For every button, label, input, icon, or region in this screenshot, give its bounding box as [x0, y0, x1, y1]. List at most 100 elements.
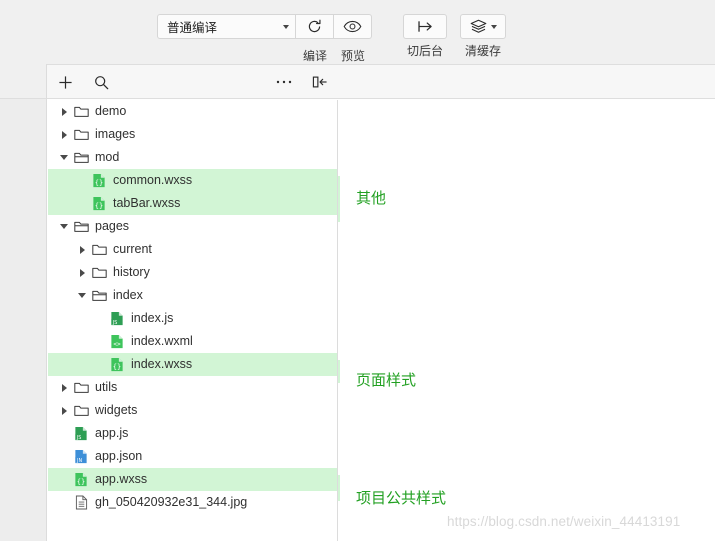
chevron-down-icon[interactable] — [56, 155, 72, 160]
compile-controls: 普通编译 — [157, 14, 372, 39]
collapse-panel-button[interactable] — [308, 65, 332, 99]
tree-row-label: current — [113, 242, 152, 256]
folder-open-icon — [72, 151, 90, 164]
svg-text:{}: {} — [95, 178, 103, 187]
collapse-panel-icon — [312, 76, 327, 88]
wxml-file-icon: <> — [108, 334, 126, 349]
tree-row[interactable]: {} common.wxss — [48, 169, 337, 192]
svg-text:{}: {} — [113, 362, 121, 371]
tree-row[interactable]: {} index.wxss — [48, 353, 337, 376]
tree-row-label: widgets — [95, 403, 138, 417]
folder-open-icon — [90, 289, 108, 302]
folder-open-icon — [72, 220, 90, 233]
clear-cache-controls — [460, 14, 506, 39]
tree-row[interactable]: index — [48, 284, 337, 307]
svg-text:{}: {} — [95, 201, 103, 210]
switch-background-icon — [417, 21, 432, 32]
highlight-stripe-mod — [338, 176, 340, 222]
folder-icon — [72, 128, 90, 141]
svg-text:JS: JS — [112, 320, 118, 326]
js-file-icon: JS — [108, 311, 126, 326]
tree-row[interactable]: JN app.json — [48, 445, 337, 468]
compile-button[interactable] — [296, 14, 334, 39]
folder-icon — [72, 404, 90, 417]
folder-icon — [90, 243, 108, 256]
annotation-label: 页面样式 — [356, 371, 417, 389]
tree-row[interactable]: pages — [48, 215, 337, 238]
tree-row[interactable]: current — [48, 238, 337, 261]
wxss-file-icon: {} — [108, 357, 126, 372]
tree-row[interactable]: <> index.wxml — [48, 330, 337, 353]
more-options-button[interactable] — [272, 65, 296, 99]
tree-row-label: index.js — [131, 311, 174, 325]
file-tree-panel[interactable]: demo images mod {} common.wxss {} tabBar.wxss p… — [48, 100, 338, 541]
compile-label: 编译 — [303, 49, 328, 63]
wxss-file-icon: {} — [72, 472, 90, 487]
more-icon — [276, 80, 292, 84]
clear-cache-label: 清缓存 — [464, 44, 501, 58]
json-file-icon: JN — [72, 449, 90, 464]
svg-text:JS: JS — [76, 435, 82, 441]
top-toolbar: 普通编译 编译 预览 切后台 清缓存 — [0, 0, 715, 64]
activity-rail — [0, 64, 47, 541]
tree-row[interactable]: utils — [48, 376, 337, 399]
switch-background-group: 切后台 — [403, 14, 447, 58]
highlight-stripe-index — [338, 360, 340, 383]
watermark: https://blog.csdn.net/weixin_44413191 — [447, 514, 681, 529]
preview-label: 预览 — [341, 49, 366, 63]
tree-row[interactable]: gh_050420932e31_344.jpg — [48, 491, 337, 514]
editor-empty-pane — [339, 100, 715, 541]
tree-row-label: utils — [95, 380, 118, 394]
chevron-right-icon[interactable] — [56, 130, 72, 139]
tree-row[interactable]: JS index.js — [48, 307, 337, 330]
tree-row-label: common.wxss — [113, 173, 193, 187]
clear-cache-group: 清缓存 — [460, 14, 506, 58]
tree-row[interactable]: {} app.wxss — [48, 468, 337, 491]
search-files-button[interactable] — [88, 65, 114, 99]
clear-cache-chevron-down-icon — [490, 24, 497, 29]
chevron-right-icon[interactable] — [56, 107, 72, 116]
tree-row-label: tabBar.wxss — [113, 196, 181, 210]
tree-row[interactable]: history — [48, 261, 337, 284]
tree-row[interactable]: demo — [48, 100, 337, 123]
layers-icon — [470, 19, 486, 33]
chevron-right-icon[interactable] — [56, 406, 72, 415]
tree-row-label: index — [113, 288, 143, 302]
js-file-icon: JS — [72, 426, 90, 441]
tree-row-label: gh_050420932e31_344.jpg — [95, 495, 248, 509]
tree-row[interactable]: {} tabBar.wxss — [48, 192, 337, 215]
chevron-right-icon[interactable] — [74, 245, 90, 254]
compile-mode-value: 普通编译 — [167, 21, 218, 35]
preview-button[interactable] — [334, 14, 372, 39]
activity-rail-top — [0, 64, 47, 99]
tree-row-label: demo — [95, 104, 127, 118]
add-file-button[interactable] — [52, 65, 78, 99]
tree-row-label: mod — [95, 150, 120, 164]
tree-row[interactable]: JS app.js — [48, 422, 337, 445]
switch-background-label: 切后台 — [406, 44, 443, 58]
chevron-down-icon[interactable] — [56, 224, 72, 229]
svg-text:<>: <> — [113, 341, 121, 348]
chevron-down-icon[interactable] — [74, 293, 90, 298]
tree-row-label: app.wxss — [95, 472, 148, 486]
chevron-right-icon[interactable] — [56, 383, 72, 392]
clear-cache-button[interactable] — [460, 14, 506, 39]
tree-row-label: history — [113, 265, 150, 279]
chevron-right-icon[interactable] — [74, 268, 90, 277]
eye-icon — [343, 20, 362, 33]
annotation-label: 其他 — [356, 189, 387, 207]
compile-group: 普通编译 — [157, 14, 372, 39]
add-icon — [58, 75, 72, 89]
switch-background-button[interactable] — [403, 14, 447, 39]
tree-row-label: index.wxml — [131, 334, 193, 348]
highlight-stripe-app — [338, 475, 340, 501]
wxss-file-icon: {} — [90, 196, 108, 211]
tree-row[interactable]: images — [48, 123, 337, 146]
refresh-icon — [308, 19, 321, 33]
tree-row[interactable]: mod — [48, 146, 337, 169]
tree-row[interactable]: widgets — [48, 399, 337, 422]
chevron-down-icon — [283, 24, 289, 29]
compile-mode-select[interactable]: 普通编译 — [157, 14, 296, 39]
tree-row-label: app.js — [95, 426, 129, 440]
svg-text:{}: {} — [77, 477, 85, 486]
